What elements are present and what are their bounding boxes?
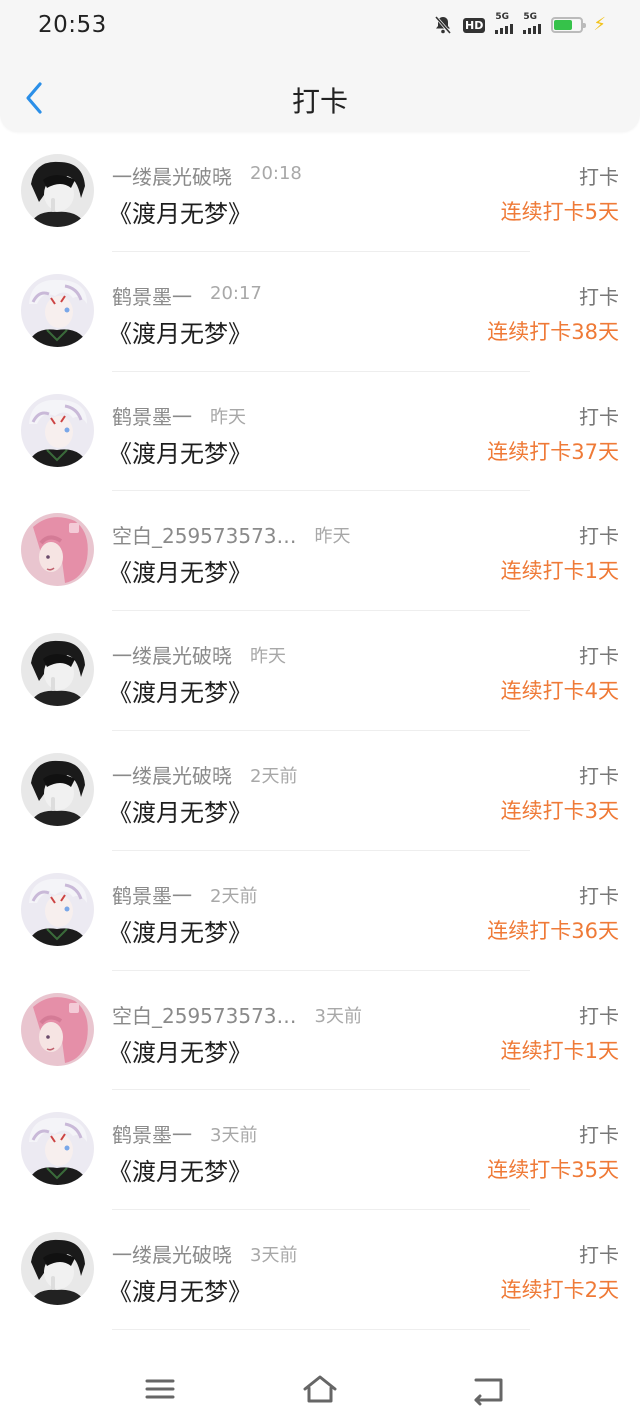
home-button[interactable] — [300, 1372, 340, 1406]
username[interactable]: 鹤景墨一 — [112, 281, 192, 310]
username[interactable]: 鹤景墨一 — [112, 1119, 192, 1148]
timestamp: 昨天 — [210, 406, 246, 428]
signal-icon: 5G — [523, 12, 542, 34]
home-icon — [303, 1375, 337, 1403]
book-title[interactable]: 《渡月无梦》 — [108, 553, 252, 588]
streak-label: 连续打卡2天 — [500, 1278, 619, 1303]
timestamp: 昨天 — [314, 526, 351, 548]
checkin-type-label: 打卡 — [579, 1243, 619, 1268]
username[interactable]: 空白_259573573… — [112, 520, 297, 549]
bell-off-icon — [433, 15, 453, 35]
screen: 20:53 HD 5G 5G ⚡ 打卡 一缕晨光破晓 20:18 《渡月无梦》 … — [0, 0, 640, 1427]
checkin-type-label: 打卡 — [579, 1123, 619, 1148]
network-label: 5G — [523, 12, 538, 22]
list-item[interactable]: 一缕晨光破晓 2天前《渡月无梦》 打卡连续打卡3天 — [0, 731, 640, 851]
list-item[interactable]: 一缕晨光破晓 昨天《渡月无梦》 打卡连续打卡4天 — [0, 611, 640, 731]
divider — [112, 1328, 530, 1330]
checkin-type-label: 打卡 — [579, 284, 619, 309]
username[interactable]: 一缕晨光破晓 — [112, 640, 232, 669]
status-icons: HD 5G 5G ⚡ — [433, 12, 606, 37]
menu-icon — [145, 1379, 175, 1399]
username[interactable]: 空白_259573573… — [112, 1000, 297, 1029]
signal-icon: 5G — [495, 12, 514, 34]
avatar[interactable] — [21, 513, 94, 587]
timestamp: 2天前 — [250, 765, 298, 787]
checkin-type-label: 打卡 — [579, 763, 619, 788]
checkin-type-label: 打卡 — [579, 1003, 619, 1028]
streak-label: 连续打卡1天 — [500, 559, 619, 584]
timestamp: 3天前 — [210, 1125, 258, 1147]
checkin-type-label: 打卡 — [579, 404, 619, 429]
nav-bar — [0, 1360, 640, 1427]
timestamp: 20:18 — [250, 163, 302, 184]
book-title[interactable]: 《渡月无梦》 — [108, 314, 252, 349]
username[interactable]: 鹤景墨一 — [112, 880, 192, 909]
book-title[interactable]: 《渡月无梦》 — [108, 673, 252, 708]
streak-label: 连续打卡35天 — [487, 1158, 619, 1183]
streak-label: 连续打卡38天 — [487, 319, 619, 344]
battery-icon — [551, 17, 587, 33]
list-item[interactable]: 鹤景墨一 20:17 《渡月无梦》 打卡连续打卡38天 — [0, 252, 640, 372]
list-item[interactable]: 鹤景墨一 昨天《渡月无梦》 打卡连续打卡37天 — [0, 372, 640, 492]
book-title[interactable]: 《渡月无梦》 — [108, 194, 252, 229]
list-item[interactable]: 鹤景墨一 2天前《渡月无梦》 打卡连续打卡36天 — [0, 851, 640, 971]
book-title[interactable]: 《渡月无梦》 — [108, 793, 252, 828]
streak-label: 连续打卡36天 — [487, 918, 619, 943]
avatar[interactable] — [21, 992, 94, 1066]
username[interactable]: 一缕晨光破晓 — [112, 1239, 232, 1268]
streak-label: 连续打卡4天 — [500, 679, 619, 704]
back-icon — [474, 1378, 503, 1406]
username[interactable]: 一缕晨光破晓 — [112, 760, 232, 789]
checkin-type-label: 打卡 — [579, 165, 619, 189]
list-item[interactable]: 一缕晨光破晓 20:18 《渡月无梦》 打卡连续打卡5天 — [0, 132, 640, 252]
streak-label: 连续打卡1天 — [500, 1038, 619, 1063]
timestamp: 昨天 — [250, 646, 286, 668]
status-time: 20:53 — [38, 12, 107, 38]
checkin-list: 一缕晨光破晓 20:18 《渡月无梦》 打卡 连续打卡5天 鹤景墨一 20:17 《渡月无梦》… — [0, 132, 640, 1330]
streak-label: 连续打卡3天 — [500, 798, 619, 823]
avatar[interactable] — [21, 872, 94, 946]
streak-label: 连续打卡5天 — [500, 200, 619, 224]
avatar[interactable] — [21, 273, 94, 347]
timestamp: 3天前 — [250, 1245, 298, 1267]
avatar[interactable] — [21, 1112, 94, 1186]
book-title[interactable]: 《渡月无梦》 — [108, 1033, 252, 1068]
page-title: 打卡 — [291, 85, 348, 118]
avatar[interactable] — [21, 154, 94, 227]
timestamp: 2天前 — [210, 885, 258, 907]
checkin-type-label: 打卡 — [579, 644, 619, 669]
timestamp: 20:17 — [210, 282, 262, 304]
avatar[interactable] — [21, 752, 94, 826]
charging-icon: ⚡ — [593, 14, 606, 35]
menu-button[interactable] — [140, 1372, 180, 1406]
network-label: 5G — [495, 12, 510, 22]
list-item[interactable]: 空白_259573573… 昨天《渡月无梦》 打卡连续打卡1天 — [0, 491, 640, 612]
streak-label: 连续打卡37天 — [487, 439, 619, 464]
username[interactable]: 鹤景墨一 — [112, 401, 192, 430]
checkin-type-label: 打卡 — [579, 524, 619, 549]
timestamp: 3天前 — [314, 1005, 362, 1027]
list-item[interactable]: 鹤景墨一 3天前《渡月无梦》 打卡连续打卡35天 — [0, 1090, 640, 1211]
checkin-type-label: 打卡 — [579, 883, 619, 908]
book-title[interactable]: 《渡月无梦》 — [108, 1272, 252, 1307]
status-bar: 20:53 HD 5G 5G ⚡ — [0, 0, 640, 52]
header: 打卡 — [0, 52, 640, 132]
list-item[interactable]: 空白_259573573… 3天前《渡月无梦》 打卡连续打卡1天 — [0, 971, 640, 1091]
avatar[interactable] — [21, 393, 94, 467]
book-title[interactable]: 《渡月无梦》 — [108, 913, 252, 948]
book-title[interactable]: 《渡月无梦》 — [108, 1152, 252, 1187]
avatar[interactable] — [21, 633, 94, 707]
book-title[interactable]: 《渡月无梦》 — [108, 434, 252, 469]
avatar[interactable] — [21, 1232, 94, 1306]
list-item[interactable]: 一缕晨光破晓 3天前《渡月无梦》 打卡连续打卡2天 — [0, 1210, 640, 1330]
back-nav-button[interactable] — [468, 1372, 508, 1406]
hd-icon: HD — [463, 17, 486, 33]
username[interactable]: 一缕晨光破晓 — [112, 161, 232, 190]
